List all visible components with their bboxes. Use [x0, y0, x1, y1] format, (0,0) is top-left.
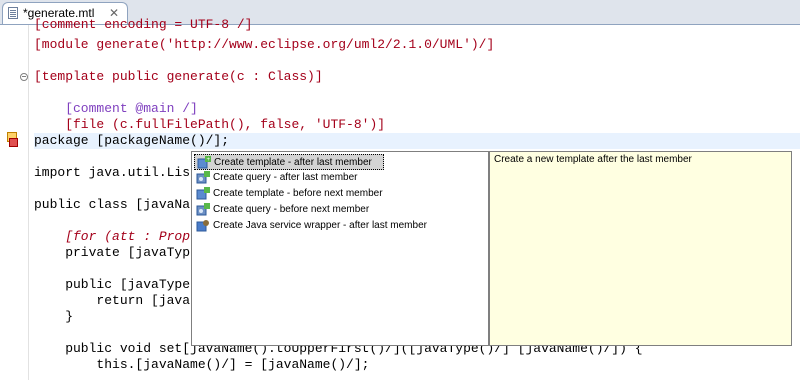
completion-description-panel: Create a new template after the last mem… — [489, 151, 792, 346]
completion-item-create-template-after[interactable]: + Create template - after last member — [194, 154, 384, 170]
java-wrapper-icon — [196, 220, 209, 232]
code-line-17: public [javaType — [34, 277, 191, 292]
code-line-6: [comment @main /] — [34, 101, 198, 116]
editor-ruler — [0, 25, 29, 380]
completion-item-create-template-before[interactable]: Create template - before next member — [194, 186, 384, 202]
query-before-icon — [196, 203, 210, 216]
error-marker-icon[interactable] — [9, 138, 18, 147]
query-after-icon — [196, 171, 210, 184]
code-line-12: public class [javaNa — [34, 197, 191, 212]
code-line-7: [file (c.fullFilePath(), false, 'UTF-8')… — [34, 117, 386, 132]
code-line-10: import java.util.Lis — [34, 165, 191, 180]
svg-text:+: + — [207, 157, 211, 163]
completion-item-create-java-wrapper[interactable]: Create Java service wrapper - after last… — [194, 218, 484, 234]
content-assist-list[interactable]: + Create template - after last member Cr… — [191, 151, 489, 346]
code-line-14: [for (att : Prop — [34, 229, 191, 244]
completion-item-create-query-before[interactable]: Create query - before next member — [194, 202, 384, 218]
code-line-19: } — [34, 309, 74, 324]
mtl-file-icon — [8, 7, 18, 19]
code-line-22: this.[javaName()/] = [javaName()/]; — [34, 357, 370, 372]
template-after-icon: + — [197, 156, 211, 169]
completion-item-create-query-after[interactable]: Create query - after last member — [194, 170, 384, 186]
template-before-icon — [196, 187, 210, 200]
code-line-15: private [javaTyp — [34, 245, 191, 260]
code-line-1: [comment encoding = UTF-8 /] — [34, 17, 253, 32]
completion-description: Create a new template after the last mem… — [494, 154, 692, 165]
code-line-18: return [java — [34, 293, 191, 308]
fold-minus-icon[interactable] — [20, 73, 28, 81]
code-line-8-current: package [packageName()/]; — [34, 133, 800, 149]
code-line-4: [template public generate(c : Class)] — [34, 69, 323, 84]
code-line-2: [module generate('http://www.eclipse.org… — [34, 37, 495, 52]
